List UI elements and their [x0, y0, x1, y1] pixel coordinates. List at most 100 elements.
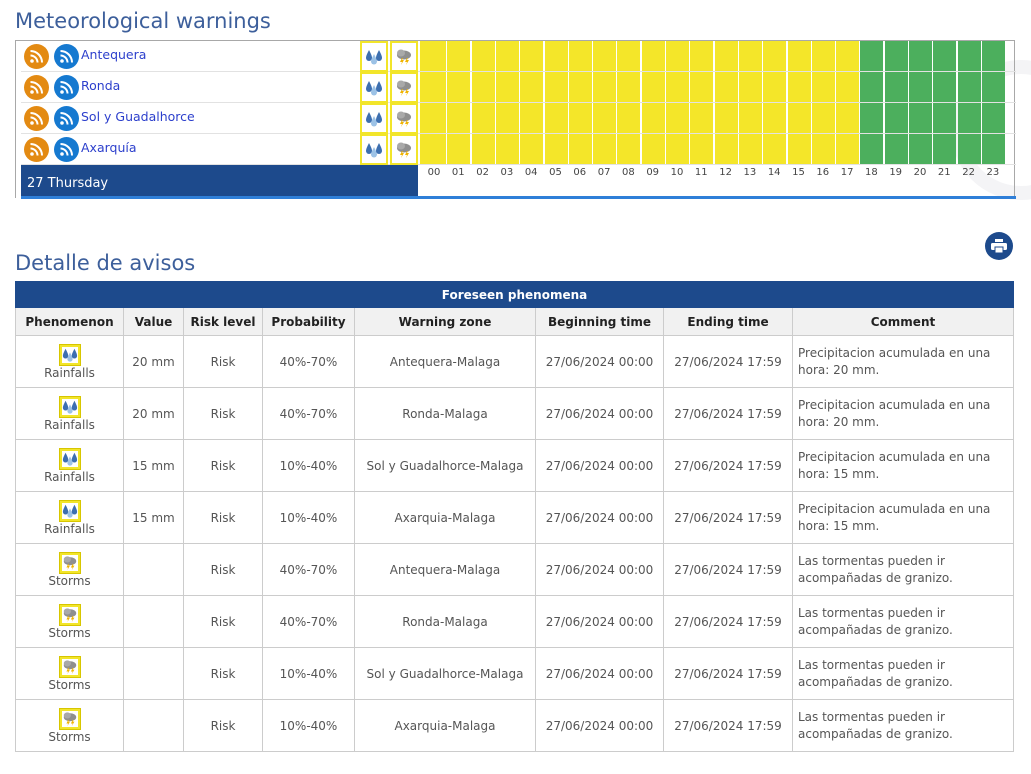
hour-warning-cell[interactable] — [593, 41, 617, 71]
hour-warning-cell[interactable] — [666, 103, 689, 133]
hour-warning-cell[interactable] — [787, 41, 811, 71]
zone-link[interactable]: Axarquía — [81, 140, 137, 155]
hour-warning-cell[interactable] — [957, 41, 981, 71]
hour-warning-cell[interactable] — [787, 103, 811, 133]
hour-warning-cell[interactable] — [690, 41, 714, 71]
hour-warning-cell[interactable] — [836, 134, 860, 164]
hour-warning-cell[interactable] — [933, 41, 957, 71]
phenomenon-cell[interactable] — [360, 103, 388, 134]
rss-feed-blue-icon[interactable] — [54, 44, 79, 69]
hour-warning-cell[interactable] — [617, 134, 641, 164]
hour-warning-cell[interactable] — [860, 103, 884, 133]
hour-warning-cell[interactable] — [666, 72, 689, 102]
hour-warning-cell[interactable] — [423, 72, 446, 102]
hour-warning-cell[interactable] — [714, 41, 738, 71]
hour-warning-cell[interactable] — [568, 72, 592, 102]
zone-link[interactable]: Antequera — [81, 47, 146, 62]
hour-warning-cell[interactable] — [690, 134, 714, 164]
hour-warning-cell[interactable] — [763, 72, 787, 102]
phenomenon-cell[interactable] — [360, 41, 388, 72]
hour-warning-cell[interactable] — [520, 134, 544, 164]
rss-feed-orange-icon[interactable] — [24, 75, 49, 100]
hour-warning-cell[interactable] — [811, 134, 835, 164]
hour-warning-cell[interactable] — [520, 103, 544, 133]
hour-warning-cell[interactable] — [617, 41, 641, 71]
hour-warning-cell[interactable] — [593, 134, 617, 164]
hour-warning-cell[interactable] — [447, 41, 471, 71]
phenomenon-cell[interactable] — [360, 72, 388, 103]
hour-warning-cell[interactable] — [471, 72, 495, 102]
hour-warning-cell[interactable] — [568, 41, 592, 71]
hour-warning-cell[interactable] — [447, 103, 471, 133]
hour-warning-cell[interactable] — [568, 103, 592, 133]
rss-feed-orange-icon[interactable] — [24, 137, 49, 162]
zone-link[interactable]: Ronda — [81, 78, 120, 93]
hour-warning-cell[interactable] — [811, 72, 835, 102]
hour-warning-cell[interactable] — [495, 41, 519, 71]
hour-warning-cell[interactable] — [763, 41, 787, 71]
hour-warning-cell[interactable] — [787, 72, 811, 102]
hour-warning-cell[interactable] — [544, 134, 568, 164]
hour-warning-cell[interactable] — [471, 41, 495, 71]
hour-warning-cell[interactable] — [495, 72, 519, 102]
print-button[interactable] — [985, 232, 1013, 260]
hour-warning-cell[interactable] — [423, 134, 446, 164]
hour-warning-cell[interactable] — [981, 41, 1005, 71]
hour-warning-cell[interactable] — [981, 134, 1005, 164]
hour-warning-cell[interactable] — [544, 41, 568, 71]
hour-warning-cell[interactable] — [593, 103, 617, 133]
hour-warning-cell[interactable] — [884, 41, 908, 71]
rss-feed-orange-icon[interactable] — [24, 44, 49, 69]
hour-warning-cell[interactable] — [884, 103, 908, 133]
hour-warning-cell[interactable] — [981, 72, 1005, 102]
hour-warning-cell[interactable] — [568, 134, 592, 164]
phenomenon-cell[interactable] — [390, 41, 418, 72]
phenomenon-cell[interactable] — [390, 103, 418, 134]
hour-warning-cell[interactable] — [884, 134, 908, 164]
rss-feed-blue-icon[interactable] — [54, 137, 79, 162]
hour-warning-cell[interactable] — [884, 72, 908, 102]
hour-warning-cell[interactable] — [909, 134, 932, 164]
zone-link[interactable]: Sol y Guadalhorce — [81, 109, 195, 124]
hour-warning-cell[interactable] — [641, 41, 665, 71]
hour-warning-cell[interactable] — [738, 103, 762, 133]
hour-warning-cell[interactable] — [471, 103, 495, 133]
hour-warning-cell[interactable] — [495, 134, 519, 164]
hour-warning-cell[interactable] — [763, 103, 787, 133]
hour-warning-cell[interactable] — [641, 134, 665, 164]
hour-warning-cell[interactable] — [423, 41, 446, 71]
hour-warning-cell[interactable] — [860, 72, 884, 102]
hour-warning-cell[interactable] — [447, 72, 471, 102]
hour-warning-cell[interactable] — [471, 134, 495, 164]
hour-warning-cell[interactable] — [617, 103, 641, 133]
hour-warning-cell[interactable] — [666, 134, 689, 164]
hour-warning-cell[interactable] — [738, 72, 762, 102]
hour-warning-cell[interactable] — [495, 103, 519, 133]
hour-warning-cell[interactable] — [641, 72, 665, 102]
hour-warning-cell[interactable] — [933, 134, 957, 164]
hour-warning-cell[interactable] — [836, 41, 860, 71]
hour-warning-cell[interactable] — [836, 72, 860, 102]
hour-warning-cell[interactable] — [544, 72, 568, 102]
hour-warning-cell[interactable] — [860, 41, 884, 71]
rss-feed-blue-icon[interactable] — [54, 106, 79, 131]
hour-warning-cell[interactable] — [787, 134, 811, 164]
hour-warning-cell[interactable] — [909, 103, 932, 133]
hour-warning-cell[interactable] — [447, 134, 471, 164]
hour-warning-cell[interactable] — [714, 72, 738, 102]
hour-warning-cell[interactable] — [981, 103, 1005, 133]
rss-feed-orange-icon[interactable] — [24, 106, 49, 131]
hour-warning-cell[interactable] — [641, 103, 665, 133]
hour-warning-cell[interactable] — [690, 72, 714, 102]
hour-warning-cell[interactable] — [811, 41, 835, 71]
hour-warning-cell[interactable] — [738, 134, 762, 164]
phenomenon-cell[interactable] — [390, 134, 418, 165]
rss-feed-blue-icon[interactable] — [54, 75, 79, 100]
hour-warning-cell[interactable] — [714, 134, 738, 164]
hour-warning-cell[interactable] — [690, 103, 714, 133]
hour-warning-cell[interactable] — [957, 103, 981, 133]
hour-warning-cell[interactable] — [957, 134, 981, 164]
hour-warning-cell[interactable] — [666, 41, 689, 71]
hour-warning-cell[interactable] — [520, 41, 544, 71]
hour-warning-cell[interactable] — [860, 134, 884, 164]
